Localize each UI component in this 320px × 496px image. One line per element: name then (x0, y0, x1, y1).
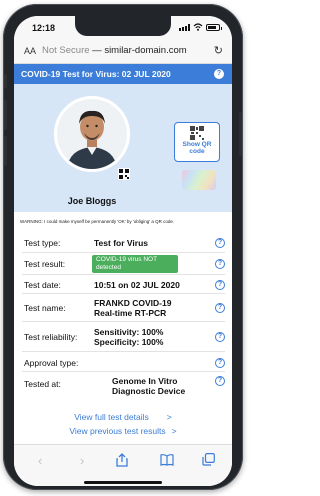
row-test-result: Test result: COVID-19 virus NOT detected… (22, 253, 225, 275)
label-approval-type: Approval type: (24, 358, 79, 368)
value-tested-at-line1: Genome In Vitro (112, 376, 178, 386)
url-field[interactable]: Not Secure — similar-domain.com (42, 45, 187, 56)
browser-toolbar: ‹ › (14, 444, 232, 486)
value-tested-at-line2: Diagnostic Device (112, 386, 186, 396)
help-test-reliability-icon[interactable]: ? (215, 332, 225, 342)
qr-button-label-line1: Show QR (182, 141, 212, 148)
row-test-name: Test name: FRANKD COVID-19 Real-time RT-… (22, 294, 225, 322)
not-secure-label: Not Secure (42, 45, 90, 56)
status-time: 12:18 (32, 23, 56, 33)
help-test-result-icon[interactable]: ? (215, 259, 225, 269)
help-approval-type-icon[interactable]: ? (215, 358, 225, 368)
row-test-type: Test type: Test for Virus ? (22, 232, 225, 253)
power-button (239, 112, 242, 156)
chevron-right-icon: > (171, 426, 177, 436)
row-test-reliability: Test reliability: Sensitivity: 100% Spec… (22, 322, 225, 352)
label-test-date: Test date: (24, 280, 61, 290)
qr-code-icon (190, 126, 204, 140)
label-test-reliability: Test reliability: (24, 332, 78, 342)
battery-icon (206, 23, 222, 31)
help-test-date-icon[interactable]: ? (215, 280, 225, 290)
url-domain: similar-domain.com (104, 45, 187, 56)
qr-button-label-line2: code (189, 148, 205, 155)
reload-icon[interactable]: ↻ (214, 44, 223, 57)
help-test-type-icon[interactable]: ? (215, 238, 225, 248)
home-indicator[interactable] (84, 481, 162, 484)
row-tested-at: Tested at: Genome In Vitro Diagnostic De… (22, 372, 225, 404)
value-test-name-line2: Real-time RT-PCR (94, 308, 167, 318)
value-sensitivity: Sensitivity: 100% (94, 327, 164, 337)
url-separator: — (89, 45, 105, 56)
help-tested-at-icon[interactable]: ? (215, 376, 225, 386)
wifi-icon (193, 23, 203, 31)
view-previous-test-results-label: View previous test results (69, 426, 166, 436)
detail-links: View full test details > View previous te… (14, 412, 232, 440)
value-test-type: Test for Virus (94, 238, 149, 248)
test-details-table: Test type: Test for Virus ? Test result:… (22, 232, 225, 404)
view-full-test-details-label: View full test details (74, 412, 149, 422)
hologram-badge (182, 170, 216, 190)
label-test-result: Test result: (24, 259, 66, 269)
value-specificity: Specificity: 100% (94, 337, 164, 347)
volume-down-button (4, 136, 7, 166)
value-test-name-line1: FRANKD COVID-19 (94, 298, 172, 308)
chevron-right-icon: > (166, 412, 172, 422)
banner-title: COVID-19 Test for Virus: 02 JUL 2020 (21, 69, 171, 79)
row-approval-type: Approval type: ? (22, 352, 225, 372)
row-test-date: Test date: 10:51 on 02 JUL 2020 ? (22, 275, 225, 294)
back-arrow-icon[interactable]: ‹ (38, 453, 42, 468)
show-qr-code-button[interactable]: Show QR code (174, 122, 220, 162)
label-test-name: Test name: (24, 303, 66, 313)
status-icons (179, 23, 222, 31)
mute-switch (4, 74, 7, 88)
view-full-test-details-link[interactable]: View full test details > (14, 412, 232, 422)
share-icon[interactable] (116, 453, 128, 467)
small-qr-icon (118, 168, 130, 180)
address-bar[interactable]: AA Not Secure — similar-domain.com ↻ (14, 38, 232, 64)
volume-up-button (4, 100, 7, 130)
status-badge: COVID-19 virus NOT detected (92, 255, 178, 273)
profile-card: Joe Bloggs Show QR code (14, 84, 232, 212)
label-test-type: Test type: (24, 238, 61, 248)
phone-screen: 12:18 AA Not Secure — similar-domain.com… (14, 16, 232, 486)
view-previous-test-results-link[interactable]: View previous test results > (14, 426, 232, 436)
test-banner: COVID-19 Test for Virus: 02 JUL 2020 ? (14, 64, 232, 84)
label-tested-at: Tested at: (24, 379, 61, 389)
phone-frame: 12:18 AA Not Secure — similar-domain.com… (3, 4, 243, 490)
banner-help-icon[interactable]: ? (214, 69, 224, 79)
reader-aa-button[interactable]: AA (24, 46, 36, 56)
value-test-date: 10:51 on 02 JUL 2020 (94, 280, 180, 290)
person-name: Joe Bloggs (67, 196, 117, 206)
notch (75, 16, 171, 36)
signal-icon (179, 23, 190, 31)
forward-arrow-icon[interactable]: › (80, 453, 84, 468)
help-test-name-icon[interactable]: ? (215, 303, 225, 313)
warning-text: WARNING: I could make myself be permanen… (20, 219, 175, 224)
bookmarks-icon[interactable] (160, 454, 174, 466)
tabs-icon[interactable] (202, 453, 215, 466)
avatar (54, 96, 130, 172)
